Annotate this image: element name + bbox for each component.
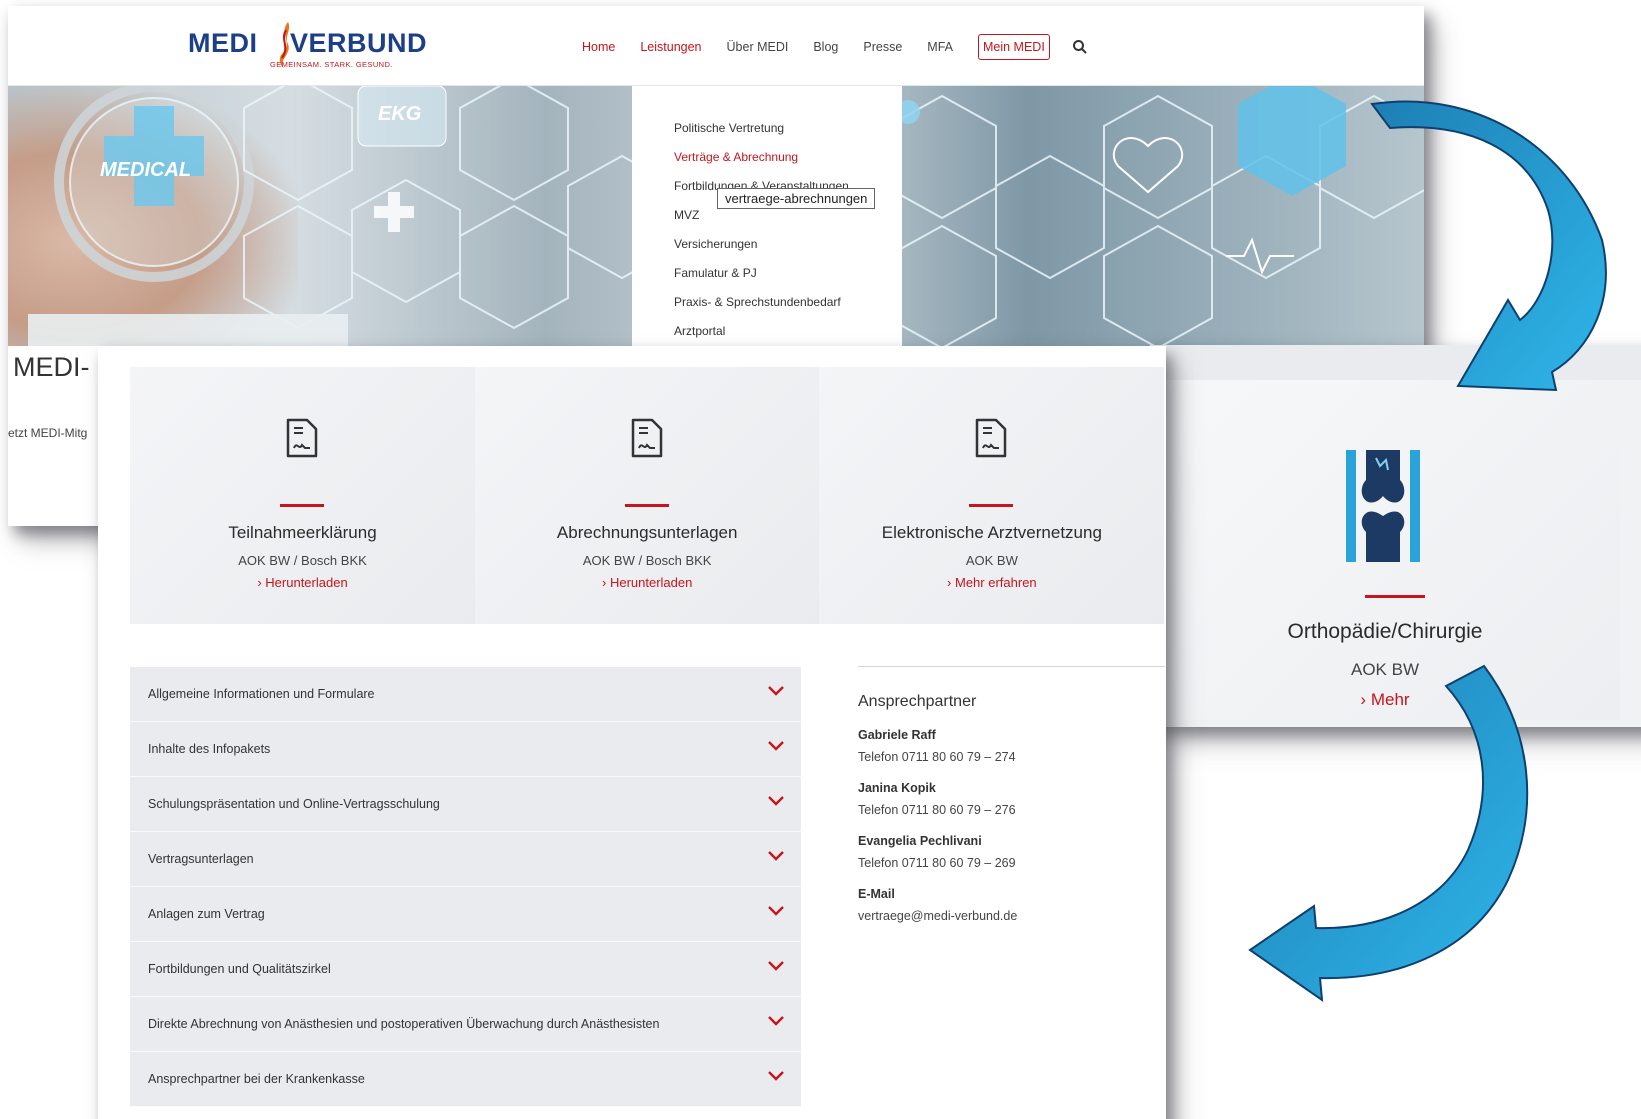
card-title: Orthopädie/Chirurgie bbox=[1287, 620, 1483, 643]
accordion-item[interactable]: Vertragsunterlagen bbox=[130, 832, 801, 887]
logo-tagline: GEMEINSAM. STARK. GESUND. bbox=[270, 60, 393, 69]
hero-subtitle: etzt MEDI-Mitg bbox=[8, 426, 88, 440]
chevron-down-icon bbox=[768, 851, 784, 861]
chevron-down-icon bbox=[768, 796, 784, 806]
nav-item-presse[interactable]: Presse bbox=[863, 40, 902, 54]
accordion-label: Allgemeine Informationen und Formulare bbox=[148, 687, 375, 701]
accordion-item[interactable]: Ansprechpartner bei der Krankenkasse bbox=[130, 1052, 801, 1107]
card-title: Teilnahmeerklärung bbox=[228, 523, 377, 542]
contact-panel: Ansprechpartner Gabriele Raff Telefon 07… bbox=[858, 666, 1165, 923]
accordion-label: Ansprechpartner bei der Krankenkasse bbox=[148, 1072, 365, 1086]
chevron-right-icon: › bbox=[1360, 690, 1367, 709]
leistungen-dropdown-menu: Politische Vertretung Verträge & Abrechn… bbox=[632, 86, 902, 346]
contact-email-link[interactable]: vertraege@medi-verbund.de bbox=[858, 909, 1165, 923]
nav-item-mfa[interactable]: MFA bbox=[927, 40, 953, 54]
main-navigation: Home Leistungen Über MEDI Blog Presse MF… bbox=[582, 34, 1088, 60]
chevron-right-icon: › bbox=[257, 575, 262, 590]
contact-email-label: E-Mail bbox=[858, 887, 895, 901]
accordion-label: Inhalte des Infopakets bbox=[148, 742, 271, 756]
card-title: Abrechnungsunterlagen bbox=[556, 523, 738, 542]
accordion-item[interactable]: Schulungspräsentation und Online-Vertrag… bbox=[130, 777, 801, 832]
dropdown-item-famulatur-pj[interactable]: Famulatur & PJ bbox=[632, 263, 902, 292]
card-title: Elektronische Arztvernetzung bbox=[881, 523, 1102, 542]
nav-item-leistungen[interactable]: Leistungen bbox=[640, 40, 701, 54]
dropdown-item-politische-vertretung[interactable]: Politische Vertretung bbox=[632, 118, 902, 147]
download-cards: Teilnahmeerklärung AOK BW / Bosch BKK › … bbox=[130, 367, 1165, 624]
chevron-right-icon: › bbox=[601, 575, 607, 590]
accordion-label: Anlagen zum Vertrag bbox=[148, 907, 265, 921]
url-tooltip: vertraege-abrechnungen bbox=[717, 188, 876, 209]
card-divider bbox=[624, 504, 669, 507]
card-divider bbox=[969, 504, 1014, 507]
accordion-label: Schulungspräsentation und Online-Vertrag… bbox=[148, 797, 440, 811]
specialty-card-screenshot: Orthopädie/Chirurgie AOK BW › Mehr bbox=[1150, 345, 1641, 727]
logo-text-right: VERBUND bbox=[290, 28, 428, 58]
chevron-down-icon bbox=[768, 961, 784, 971]
herunterladen-link[interactable]: › Herunterladen bbox=[130, 575, 475, 590]
nav-item-ueber-medi[interactable]: Über MEDI bbox=[727, 40, 789, 54]
card-subtitle: AOK BW bbox=[965, 553, 1018, 568]
card-subtitle: AOK BW / Bosch BKK bbox=[238, 553, 367, 568]
mein-medi-button[interactable]: Mein MEDI bbox=[977, 34, 1050, 60]
medi-verbund-logo[interactable]: MEDI VERBUND GEMEINSAM. STARK. GESUND. bbox=[188, 22, 427, 74]
accordion-item[interactable]: Inhalte des Infopakets bbox=[130, 722, 801, 777]
hero-label-medical: MEDICAL bbox=[100, 159, 191, 181]
chevron-down-icon bbox=[768, 741, 784, 751]
nav-item-blog[interactable]: Blog bbox=[813, 40, 838, 54]
contact-name: Janina Kopik bbox=[858, 781, 936, 795]
chevron-down-icon bbox=[768, 1016, 784, 1026]
site-header: MEDI VERBUND GEMEINSAM. STARK. GESUND. H… bbox=[8, 6, 1424, 86]
card-subtitle: AOK BW / Bosch BKK bbox=[582, 553, 712, 568]
accordion-label: Direkte Abrechnung von Anästhesien und p… bbox=[148, 1017, 660, 1031]
hero-title: MEDI- bbox=[13, 352, 90, 382]
dropdown-item-versicherungen[interactable]: Versicherungen bbox=[632, 234, 902, 263]
search-icon[interactable] bbox=[1072, 39, 1088, 55]
accordion-label: Vertragsunterlagen bbox=[148, 852, 254, 866]
link-label: Herunterladen bbox=[609, 575, 693, 590]
chevron-down-icon bbox=[768, 906, 784, 916]
document-icon bbox=[976, 418, 1007, 458]
accordion-label: Fortbildungen und Qualitätszirkel bbox=[148, 962, 331, 976]
card-divider bbox=[280, 504, 324, 507]
accordion-list: Allgemeine Informationen und Formulare I… bbox=[130, 667, 801, 1107]
dropdown-item-vertraege-abrechnung[interactable]: Verträge & Abrechnung bbox=[632, 147, 902, 176]
chevron-down-icon bbox=[768, 1071, 784, 1081]
accordion-item[interactable]: Direkte Abrechnung von Anästhesien und p… bbox=[130, 997, 801, 1052]
link-label: Mehr erfahren bbox=[955, 575, 1037, 590]
download-card-teilnahmeerklaerung[interactable]: Teilnahmeerklärung AOK BW / Bosch BKK › … bbox=[130, 367, 475, 624]
accordion-item[interactable]: Fortbildungen und Qualitätszirkel bbox=[130, 942, 801, 997]
contract-page-screenshot: Teilnahmeerklärung AOK BW / Bosch BKK › … bbox=[98, 346, 1166, 1119]
mehr-link-label: Mehr bbox=[1370, 690, 1410, 709]
hero-label-ekg: EKG bbox=[378, 103, 421, 125]
knee-bone-icon bbox=[1346, 450, 1420, 562]
contact-name: Evangelia Pechlivani bbox=[858, 834, 982, 848]
card-divider bbox=[1365, 595, 1425, 598]
link-label: Herunterladen bbox=[265, 575, 348, 590]
chevron-down-icon bbox=[768, 686, 784, 696]
chevron-right-icon: › bbox=[947, 575, 952, 590]
download-card-arztvernetzung[interactable]: Elektronische Arztvernetzung AOK BW › Me… bbox=[819, 367, 1165, 624]
contact-divider bbox=[858, 666, 1165, 667]
nav-item-home[interactable]: Home bbox=[582, 40, 615, 54]
contact-phone: Telefon 0711 80 60 79 – 276 bbox=[858, 803, 1016, 817]
accordion-item[interactable]: Anlagen zum Vertrag bbox=[130, 887, 801, 942]
herunterladen-link[interactable]: › Herunterladen bbox=[475, 575, 820, 590]
contact-phone: Telefon 0711 80 60 79 – 274 bbox=[858, 750, 1016, 764]
dropdown-item-mvz[interactable]: MVZ bbox=[632, 205, 902, 234]
orthopaedie-card[interactable]: Orthopädie/Chirurgie AOK BW › Mehr bbox=[1150, 380, 1620, 720]
accordion-item[interactable]: Allgemeine Informationen und Formulare bbox=[130, 667, 801, 722]
contact-heading: Ansprechpartner bbox=[858, 693, 977, 710]
mehr-erfahren-link[interactable]: › Mehr erfahren bbox=[819, 575, 1164, 590]
collage-canvas: MEDICAL EKG MEDI VERBUND GEMEINSAM. STAR… bbox=[0, 0, 1641, 1119]
card-subtitle: AOK BW bbox=[1350, 660, 1419, 679]
document-icon bbox=[631, 418, 662, 458]
contact-phone: Telefon 0711 80 60 79 – 269 bbox=[858, 856, 1016, 870]
download-card-abrechnungsunterlagen[interactable]: Abrechnungsunterlagen AOK BW / Bosch BKK… bbox=[474, 367, 820, 624]
mehr-link[interactable]: › Mehr bbox=[1150, 690, 1620, 710]
contact-name: Gabriele Raff bbox=[858, 728, 936, 742]
document-icon bbox=[286, 418, 318, 458]
logo-text-left: MEDI bbox=[188, 28, 258, 58]
card-top-band bbox=[1150, 345, 1641, 380]
dropdown-item-praxisbedarf[interactable]: Praxis- & Sprechstundenbedarf bbox=[632, 292, 902, 321]
